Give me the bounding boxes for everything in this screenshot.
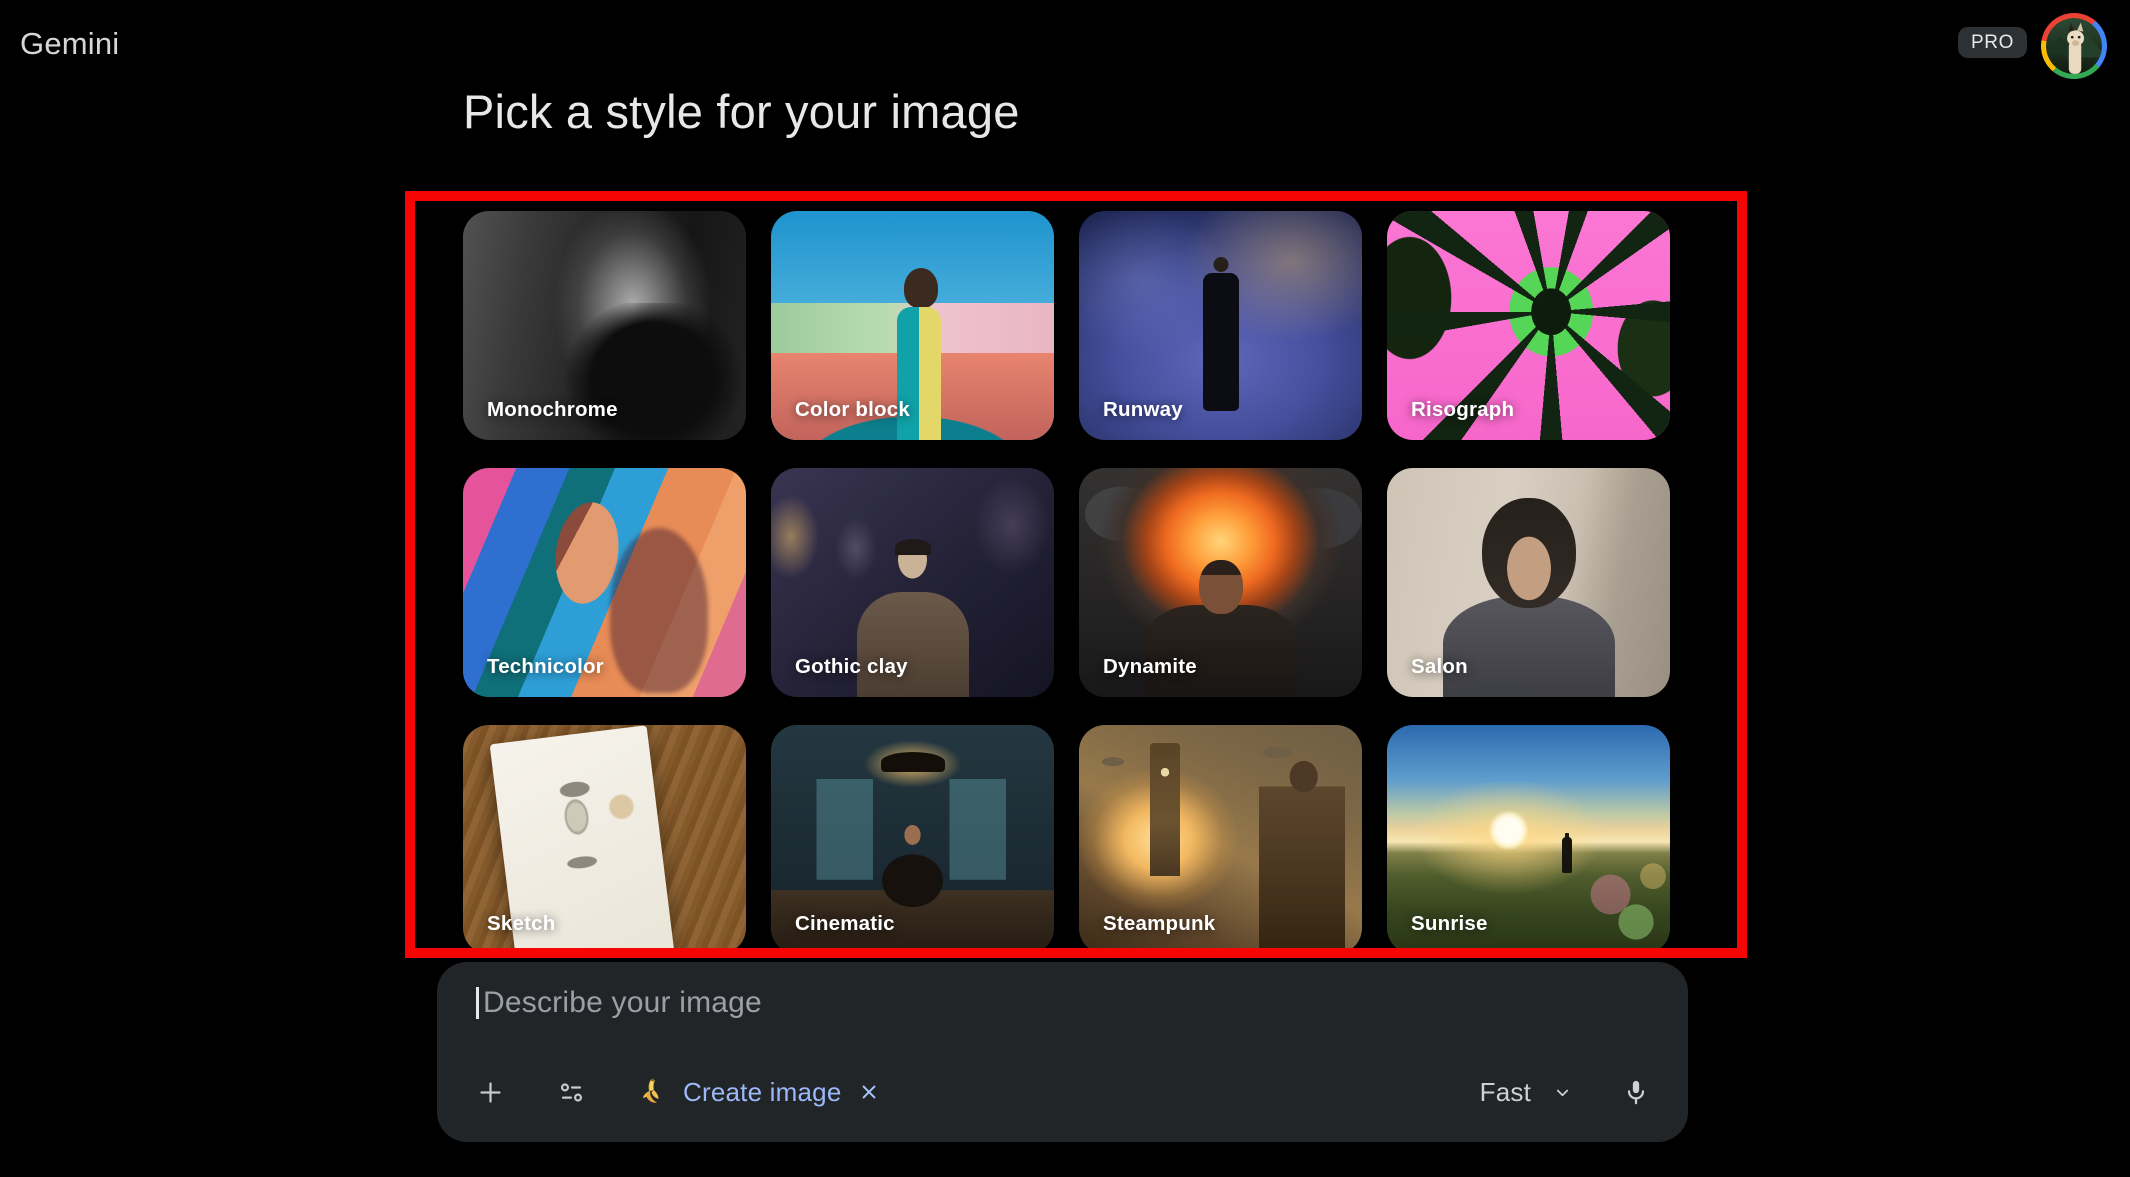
gemini-logo[interactable]: Gemini xyxy=(20,26,119,62)
style-card-label: Gothic clay xyxy=(795,655,908,679)
style-card-label: Runway xyxy=(1103,398,1183,422)
dismiss-create-image-button[interactable] xyxy=(859,1082,879,1102)
style-card-label: Technicolor xyxy=(487,655,604,679)
llama-avatar-image xyxy=(2046,18,2102,74)
style-card-label: Sunrise xyxy=(1411,912,1488,936)
speed-selector-value: Fast xyxy=(1480,1077,1531,1108)
banana-icon xyxy=(638,1077,668,1107)
plus-icon xyxy=(477,1079,504,1106)
style-card-dynamite[interactable]: Dynamite xyxy=(1079,468,1362,697)
style-card-cinematic[interactable]: Cinematic xyxy=(771,725,1054,954)
style-card-label: Steampunk xyxy=(1103,912,1215,936)
close-icon xyxy=(859,1082,879,1102)
style-card-label: Cinematic xyxy=(795,912,895,936)
text-caret xyxy=(476,987,479,1019)
style-card-monochrome[interactable]: Monochrome xyxy=(463,211,746,440)
style-card-technicolor[interactable]: Technicolor xyxy=(463,468,746,697)
mic-icon xyxy=(1622,1078,1650,1106)
style-card-label: Color block xyxy=(795,398,910,422)
style-card-runway[interactable]: Runway xyxy=(1079,211,1362,440)
style-card-label: Sketch xyxy=(487,912,555,936)
create-image-label: Create image xyxy=(683,1077,841,1108)
style-card-salon[interactable]: Salon xyxy=(1387,468,1670,697)
pro-badge: PRO xyxy=(1958,27,2027,58)
style-grid: Monochrome Color block Runway Risograph … xyxy=(463,211,1670,954)
style-card-risograph[interactable]: Risograph xyxy=(1387,211,1670,440)
add-button[interactable] xyxy=(477,1079,504,1106)
gemini-app: Gemini PRO Pick a st xyxy=(0,0,2130,1177)
tune-icon xyxy=(558,1079,585,1106)
prompt-input[interactable]: Describe your image xyxy=(483,986,762,1020)
style-card-gothicclay[interactable]: Gothic clay xyxy=(771,468,1054,697)
style-card-label: Salon xyxy=(1411,655,1468,679)
prompt-composer: Describe your image xyxy=(437,962,1688,1142)
composer-toolbar: Create image Fast xyxy=(437,1072,1688,1112)
create-image-chip[interactable]: Create image xyxy=(638,1077,879,1108)
page-title: Pick a style for your image xyxy=(463,85,1020,139)
chevron-down-icon xyxy=(1553,1083,1572,1102)
composer-right-controls: Fast xyxy=(1480,1077,1650,1108)
mic-button[interactable] xyxy=(1622,1078,1650,1106)
style-card-sunrise[interactable]: Sunrise xyxy=(1387,725,1670,954)
speed-selector[interactable]: Fast xyxy=(1480,1077,1572,1108)
style-card-label: Monochrome xyxy=(487,398,618,422)
tools-button[interactable] xyxy=(558,1079,585,1106)
style-card-steampunk[interactable]: Steampunk xyxy=(1079,725,1362,954)
style-card-sketch[interactable]: Sketch xyxy=(463,725,746,954)
account-avatar[interactable] xyxy=(2041,13,2107,79)
style-card-label: Risograph xyxy=(1411,398,1514,422)
style-card-label: Dynamite xyxy=(1103,655,1197,679)
style-card-colorblock[interactable]: Color block xyxy=(771,211,1054,440)
